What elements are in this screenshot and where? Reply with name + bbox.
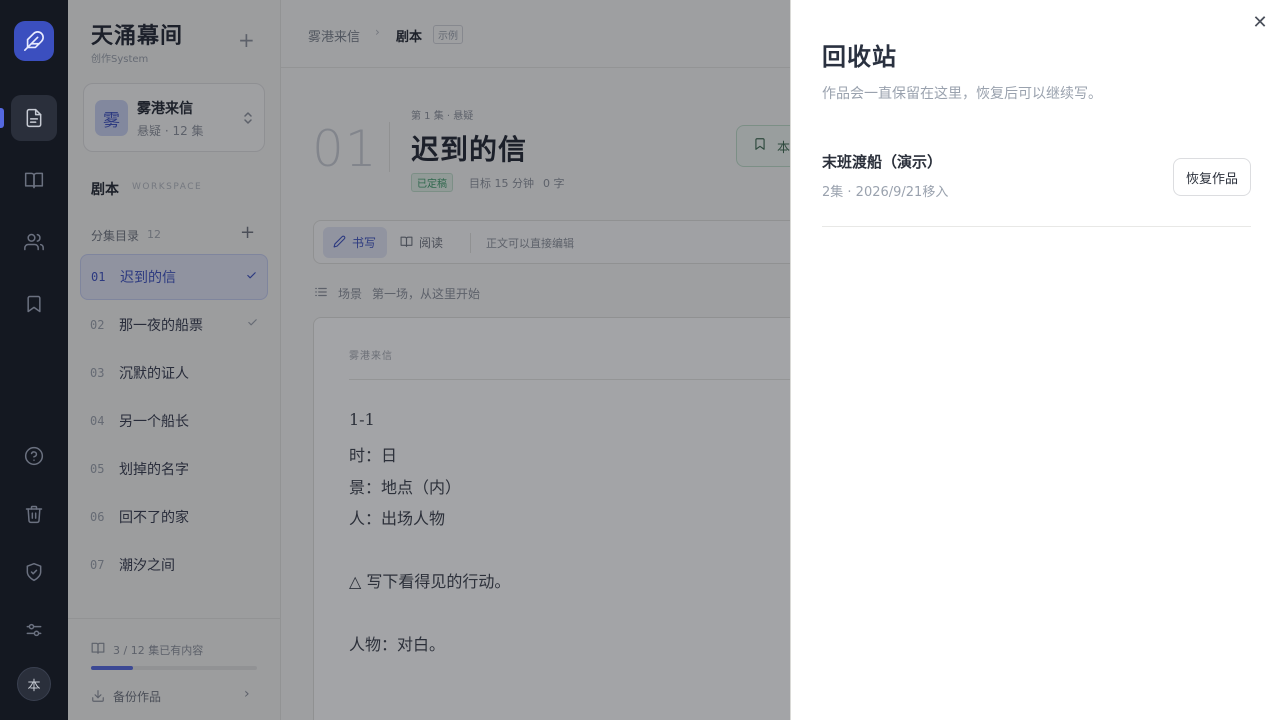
active-indicator xyxy=(0,108,4,128)
document-icon[interactable] xyxy=(11,95,57,141)
trash-item-name: 末班渡船（演示） xyxy=(822,153,943,171)
close-icon[interactable]: ✕ xyxy=(1249,12,1271,34)
bookmark-icon[interactable] xyxy=(11,281,57,327)
trash-item: 末班渡船（演示） 2集 · 2026/9/21移入 恢复作品 xyxy=(822,150,1251,227)
drawer-title: 回收站 xyxy=(822,43,897,71)
help-icon[interactable] xyxy=(11,433,57,479)
feather-icon[interactable] xyxy=(14,21,54,61)
sliders-icon[interactable] xyxy=(11,607,57,653)
shield-icon[interactable] xyxy=(11,549,57,595)
trash-icon[interactable] xyxy=(11,491,57,537)
app-rail: 本 xyxy=(0,0,68,720)
trash-item-meta: 2集 · 2026/9/21移入 xyxy=(822,185,949,200)
user-avatar[interactable]: 本 xyxy=(17,667,51,701)
trash-drawer: ✕ 回收站 作品会一直保留在这里，恢复后可以继续写。 末班渡船（演示） 2集 ·… xyxy=(790,0,1280,720)
restore-button[interactable]: 恢复作品 xyxy=(1173,158,1251,196)
book-icon[interactable] xyxy=(11,157,57,203)
modal-backdrop[interactable] xyxy=(68,0,791,720)
users-icon[interactable] xyxy=(11,219,57,265)
drawer-subtitle: 作品会一直保留在这里，恢复后可以继续写。 xyxy=(822,86,1102,102)
